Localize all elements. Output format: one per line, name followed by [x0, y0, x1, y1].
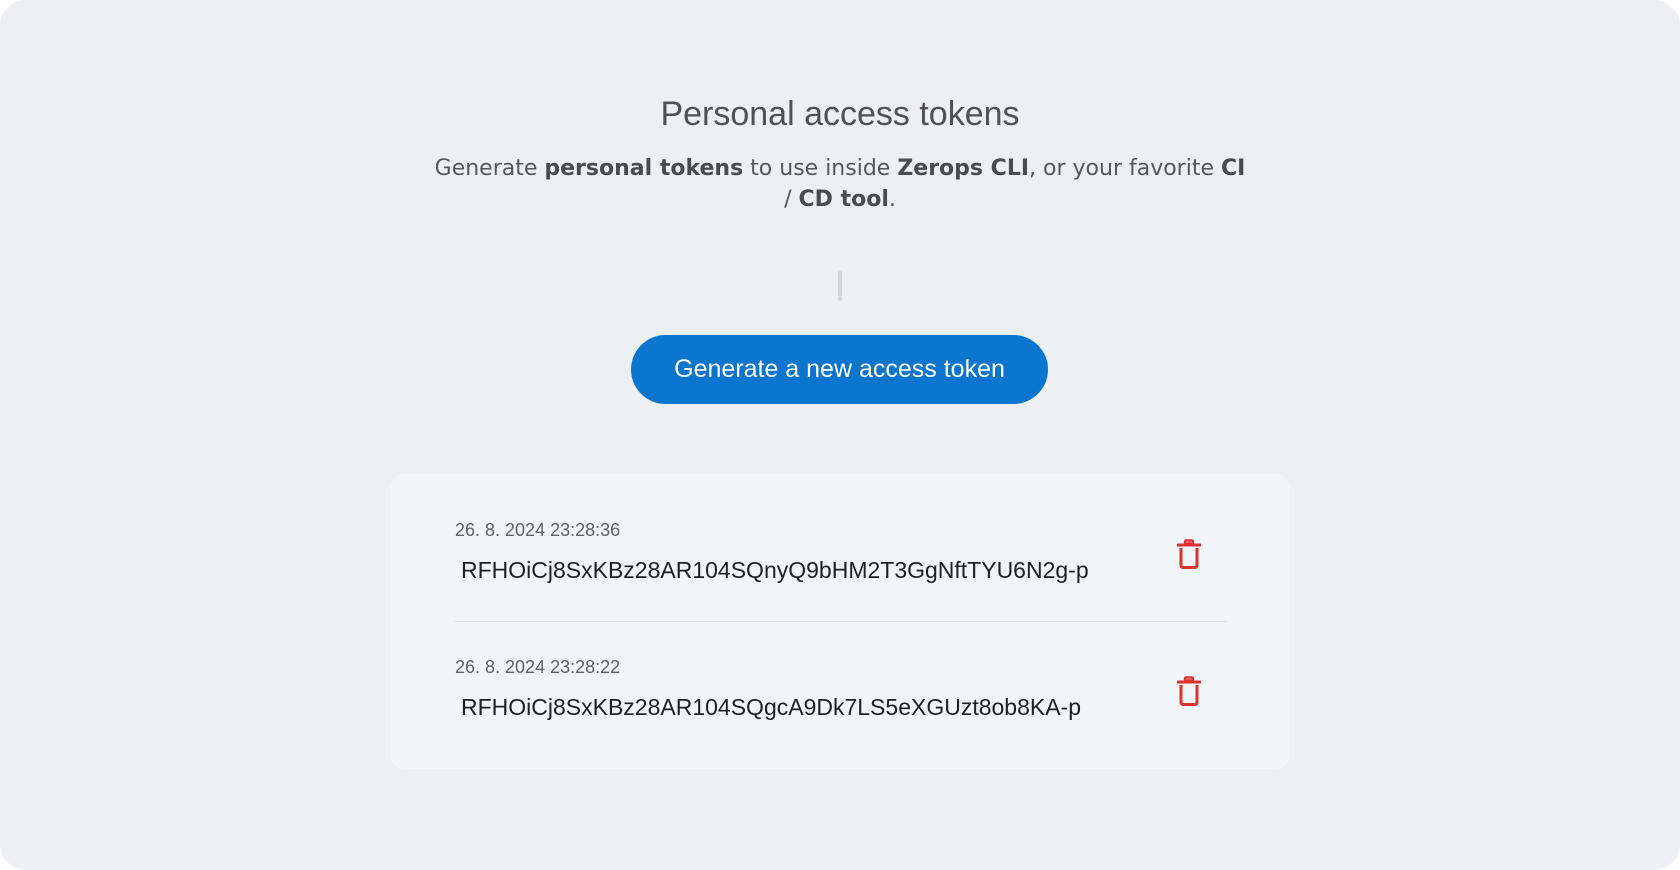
trash-icon: [1177, 676, 1201, 706]
subtitle-text-4: /: [784, 187, 799, 212]
vertical-divider: [838, 271, 842, 301]
delete-token-button[interactable]: [1171, 534, 1207, 574]
app-frame: Personal access tokens Generate personal…: [0, 0, 1680, 870]
subtitle-bold-zerops-cli: Zerops CLI: [897, 156, 1030, 181]
subtitle-text-5: .: [888, 187, 896, 212]
subtitle-text-1: Generate: [434, 156, 545, 181]
token-item: 26. 8. 2024 23:28:36 RFHOiCj8SxKBz28AR10…: [455, 518, 1227, 648]
subtitle-bold-personal-tokens: personal tokens: [544, 156, 744, 181]
generate-token-button[interactable]: Generate a new access token: [631, 335, 1048, 404]
token-value: RFHOiCj8SxKBz28AR104SQgcA9Dk7LS5eXGUzt8o…: [461, 694, 1082, 720]
token-date: 26. 8. 2024 23:28:22: [455, 657, 621, 677]
delete-token-button[interactable]: [1171, 671, 1207, 711]
subtitle-bold-ci: CI: [1221, 156, 1246, 181]
subtitle-text-2: to use inside: [743, 156, 898, 181]
subtitle-text-3: , or your favorite: [1029, 156, 1221, 181]
page-subtitle: Generate personal tokens to use inside Z…: [430, 153, 1250, 215]
token-separator: [455, 621, 1227, 622]
trash-icon: [1177, 539, 1201, 569]
token-value: RFHOiCj8SxKBz28AR104SQnyQ9bHM2T3GgNftTYU…: [461, 557, 1089, 583]
page-title: Personal access tokens: [660, 95, 1020, 133]
tokens-list: 26. 8. 2024 23:28:36 RFHOiCj8SxKBz28AR10…: [390, 474, 1290, 769]
token-date: 26. 8. 2024 23:28:36: [455, 520, 621, 540]
subtitle-bold-cd-tool: CD tool: [798, 187, 889, 212]
token-item: 26. 8. 2024 23:28:22 RFHOiCj8SxKBz28AR10…: [455, 655, 1227, 785]
